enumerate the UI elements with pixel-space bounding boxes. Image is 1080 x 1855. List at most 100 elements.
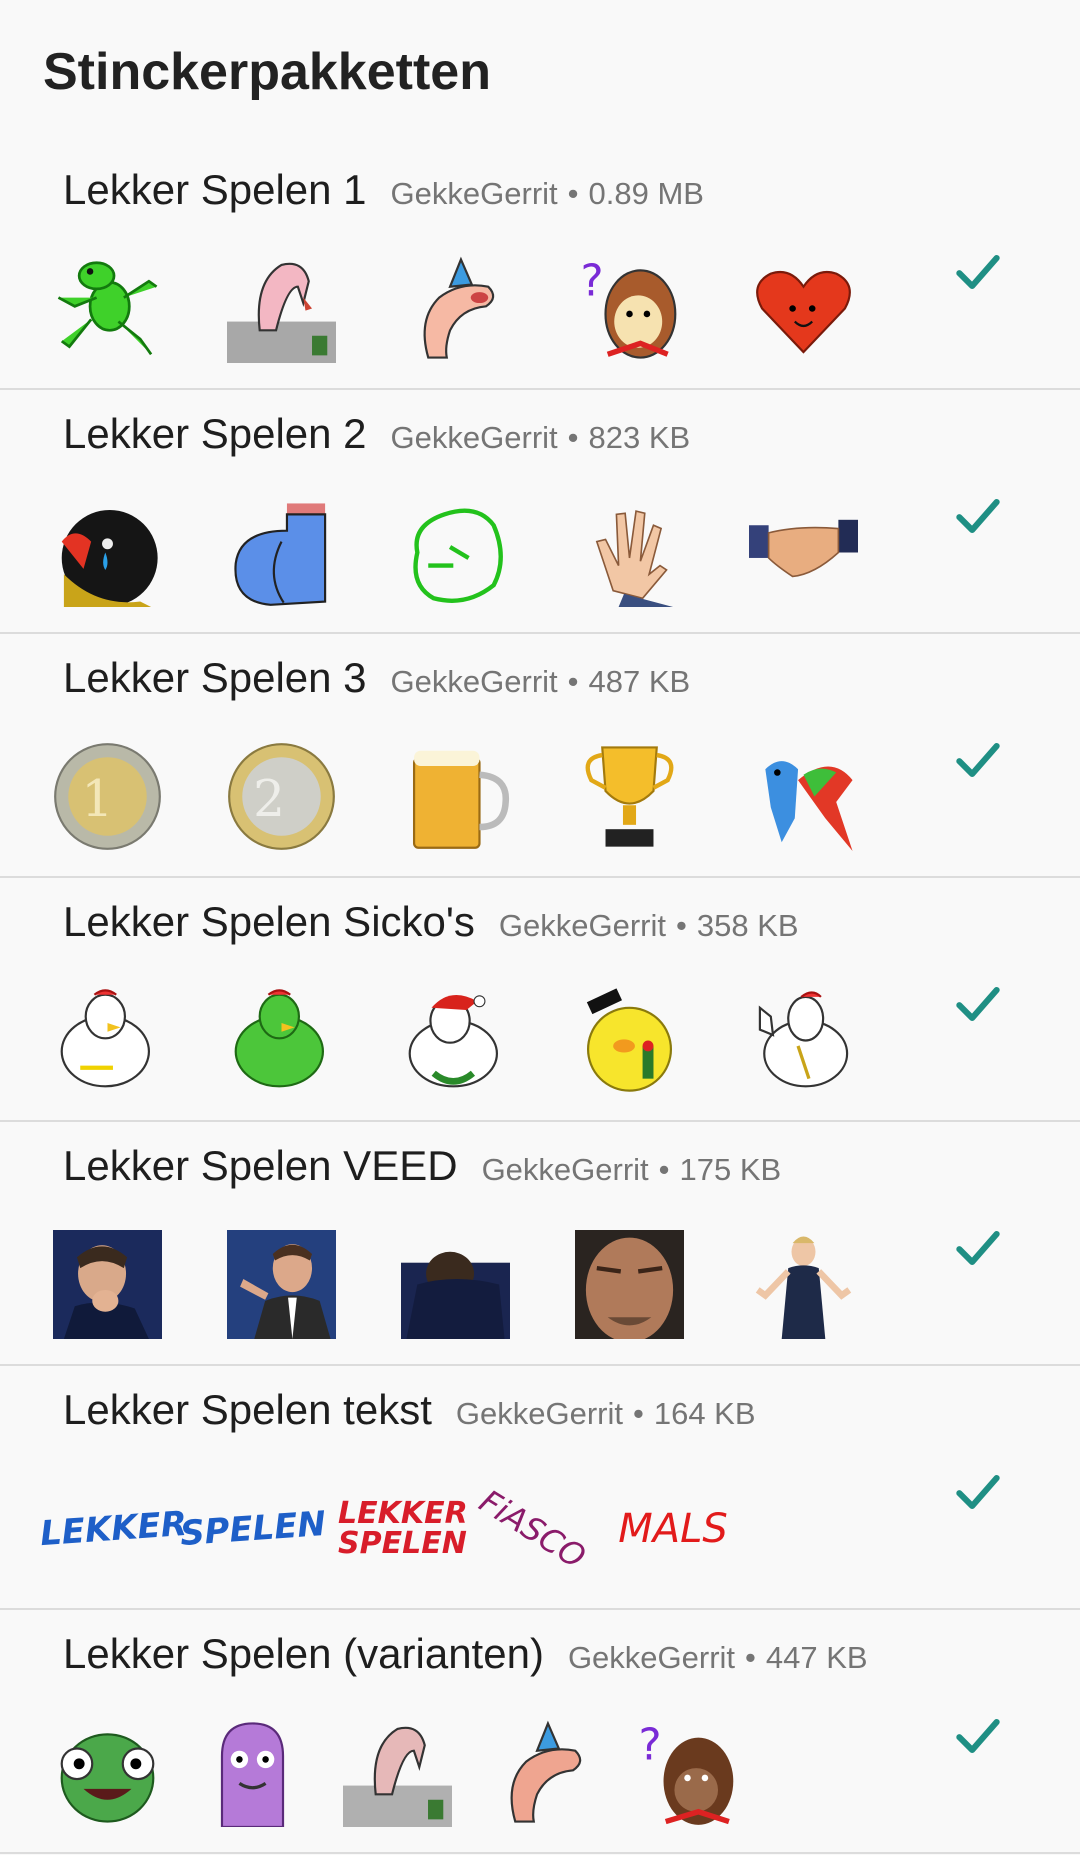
pack-meta: GekkeGerrit • 164 KB [455,1396,756,1431]
added-check-icon [950,976,1006,1032]
white-chicken-sticker [53,986,162,1095]
two-euro-coin-sticker: 2 [227,742,336,851]
sticker-pack-row[interactable]: Lekker Spelen 1 GekkeGerrit • 0.89 MB ? [0,146,1080,390]
green-monster-sticker [53,1718,162,1827]
man-pointing-sticker [227,1230,336,1339]
handshake-sticker [749,498,858,607]
sticker-text: FiASCO [473,1481,593,1576]
sticker-preview-list: ? [53,1718,742,1827]
pack-name: Lekker Spelen 2 [63,410,367,457]
pack-name: Lekker Spelen (varianten) [63,1630,544,1677]
blue-bum-sticker [227,498,336,607]
svg-text:?: ? [580,256,603,306]
pack-header: Lekker Spelen Sicko's GekkeGerrit • 358 KB [63,898,799,946]
trophy-sticker [575,742,684,851]
sticker-pack-row[interactable]: Lekker Spelen tekst GekkeGerrit • 164 KB L… [0,1366,1080,1610]
party-worm-sticker [401,254,510,363]
pack-size: 164 KB [653,1396,756,1431]
pack-meta: GekkeGerrit • 358 KB [498,908,799,943]
sticker-pack-row[interactable]: Lekker Spelen Sicko's GekkeGerrit • 358 KB [0,878,1080,1122]
santa-chicken-sticker [401,986,510,1095]
sticker-text: LEKKER SPELEN [338,1495,468,1561]
heart-sticker [749,254,858,363]
pack-name: Lekker Spelen VEED [63,1142,458,1189]
added-check-icon [950,488,1006,544]
mals-text-sticker: MALS [613,1474,733,1583]
added-check-icon [950,244,1006,300]
pack-meta: GekkeGerrit • 823 KB [390,420,691,455]
sticker-text: SPELEN [178,1503,328,1554]
pack-size: 823 KB [588,420,691,455]
sticker-text: MALS [618,1505,728,1552]
pack-author: GekkeGerrit [498,908,667,943]
thumbs-up-chicken-sticker [749,986,858,1095]
one-euro-coin-sticker: 1 [53,742,162,851]
sticker-preview-list: LEKKER SPELEN LEKKER SPELEN FiASCO MALS [38,1474,733,1583]
purple-monster-sticker [198,1718,307,1827]
man-coughing-sticker [53,1230,162,1339]
added-check-icon [950,732,1006,788]
pack-name: Lekker Spelen Sicko's [63,898,475,945]
parrots-sticker [749,742,858,851]
confused-gorilla-sticker: ? [633,1718,742,1827]
spelen-text-sticker: SPELEN [179,1474,327,1583]
sticker-preview-list [53,986,858,1095]
sticker-pack-row[interactable]: Lekker Spelen (varianten) GekkeGerrit • 44… [0,1610,1080,1854]
pack-size: 447 KB [765,1640,868,1675]
added-check-icon [950,1464,1006,1520]
pack-meta: GekkeGerrit • 0.89 MB [390,176,704,211]
man-hiding-face-sticker [401,1230,510,1339]
vulture-variant-sticker [343,1718,452,1827]
pack-author: GekkeGerrit [481,1152,649,1187]
beer-mug-sticker [401,742,510,851]
green-face-sticker [401,498,510,607]
pack-author: GekkeGerrit [567,1640,736,1675]
sticker-pack-row[interactable]: Lekker Spelen 3 GekkeGerrit • 487 KB 1 2 [0,634,1080,878]
svg-text:1: 1 [81,769,113,828]
pack-size: 487 KB [588,664,691,699]
pack-author: GekkeGerrit [455,1396,623,1431]
vulture-sticker [227,254,336,363]
pack-size: 0.89 MB [588,176,704,211]
svg-text:?: ? [638,1720,661,1770]
confused-monkey-sticker: ? [575,254,684,363]
woman-shrugging-sticker [749,1230,858,1339]
pack-header: Lekker Spelen 1 GekkeGerrit • 0.89 MB [63,166,704,214]
pack-header: Lekker Spelen tekst GekkeGerrit • 164 KB [63,1386,756,1434]
pack-name: Lekker Spelen 3 [63,654,367,701]
page-title: Stinckerpakketten [43,43,491,101]
waving-hand-sticker [575,498,684,607]
frog-sticker [53,254,162,363]
pack-header: Lekker Spelen (varianten) GekkeGerrit • 44… [63,1630,868,1678]
sticker-preview-list [53,1230,858,1339]
sticker-preview-list: ? [53,254,858,363]
pack-author: GekkeGerrit [390,420,558,455]
pack-header: Lekker Spelen 2 GekkeGerrit • 823 KB [63,410,690,458]
pack-name: Lekker Spelen 1 [63,166,367,213]
fiasco-text-sticker: FiASCO [473,1474,593,1583]
sticker-text: LEKKER [38,1503,188,1554]
pack-name: Lekker Spelen tekst [63,1386,432,1433]
party-worm-variant-sticker [488,1718,597,1827]
pack-meta: GekkeGerrit • 487 KB [390,664,691,699]
pack-author: GekkeGerrit [390,664,558,699]
sticker-preview-list [53,498,858,607]
pack-meta: GekkeGerrit • 175 KB [481,1152,782,1187]
lekker-spelen-text-sticker: LEKKER SPELEN [333,1474,468,1583]
pack-header: Lekker Spelen 3 GekkeGerrit • 487 KB [63,654,690,702]
sticker-preview-list: 1 2 [53,742,858,851]
pack-author: GekkeGerrit [390,176,558,211]
pack-header: Lekker Spelen VEED GekkeGerrit • 175 KB [63,1142,781,1190]
sticker-pack-row[interactable]: Lekker Spelen 2 GekkeGerrit • 823 KB [0,390,1080,634]
crying-bird-sticker [53,498,162,607]
pack-meta: GekkeGerrit • 447 KB [567,1640,868,1675]
added-check-icon [950,1708,1006,1764]
lekker-text-sticker: LEKKER [38,1474,187,1583]
green-chicken-sticker [227,986,336,1095]
pack-size: 358 KB [696,908,799,943]
svg-text:2: 2 [253,769,285,828]
pack-size: 175 KB [679,1152,782,1187]
sticker-pack-row[interactable]: Lekker Spelen VEED GekkeGerrit • 175 KB [0,1122,1080,1366]
added-check-icon [950,1220,1006,1276]
yellow-chick-sticker [575,986,684,1095]
